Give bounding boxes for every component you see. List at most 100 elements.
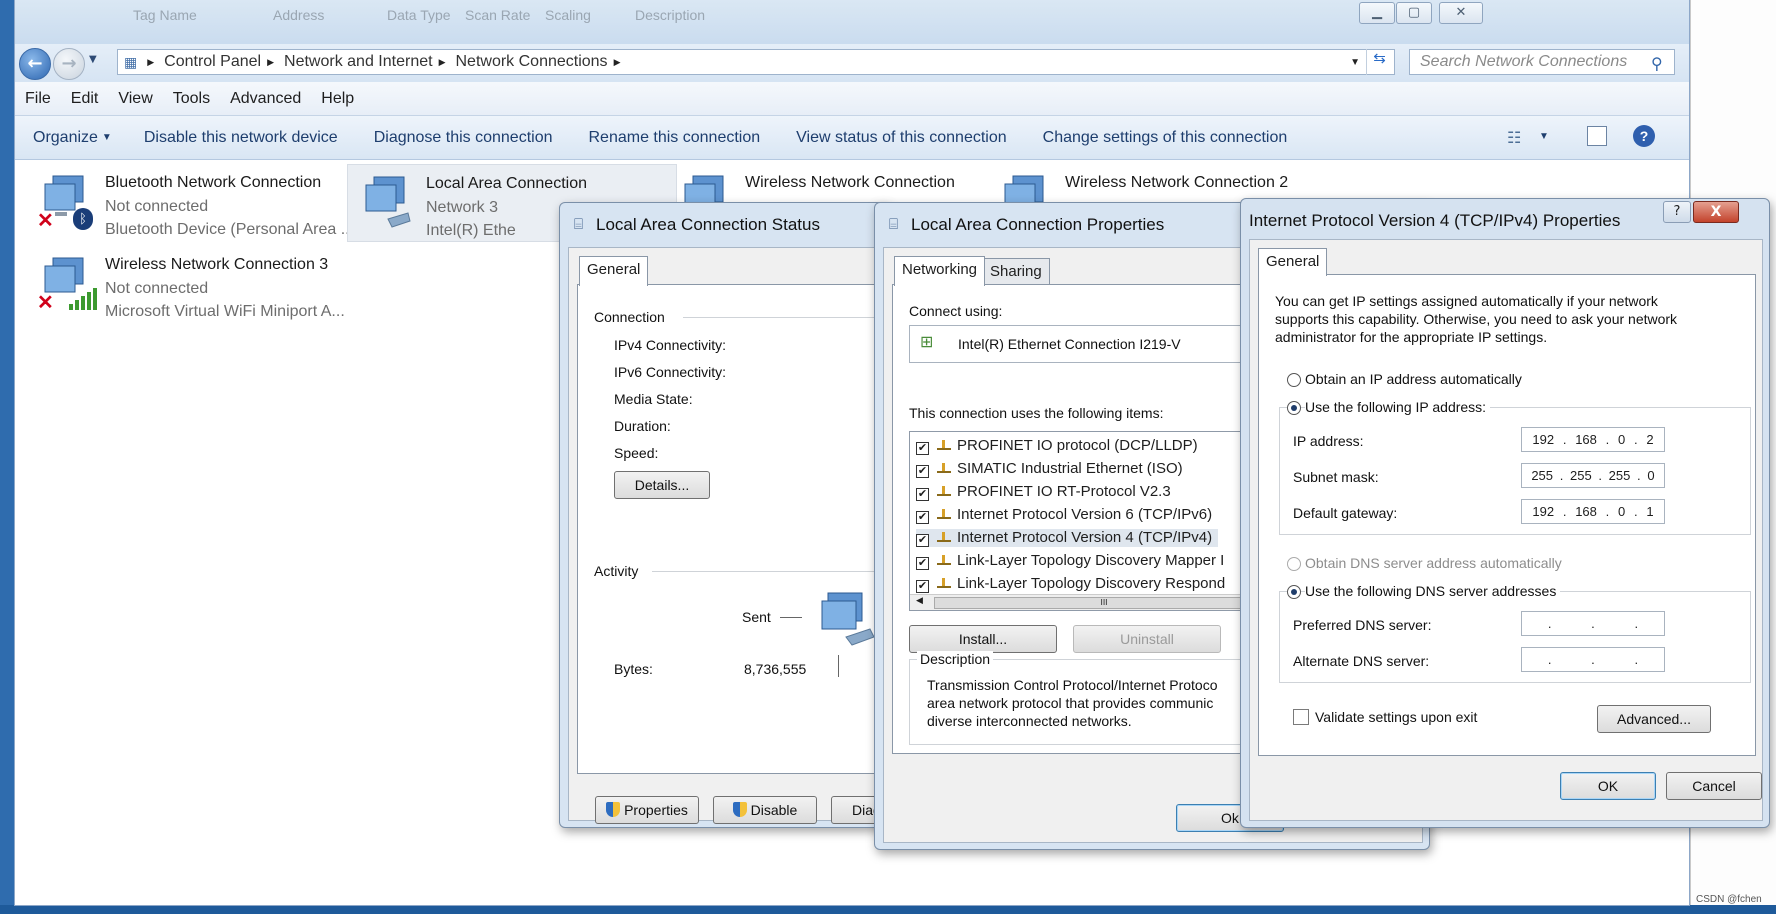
properties-button[interactable]: Properties — [595, 796, 699, 824]
ip-address-field[interactable]: 192. 168. 0. 2 — [1521, 427, 1665, 452]
list-item[interactable]: ✔ PROFINET IO RT-Protocol V2.3 — [916, 483, 1171, 501]
intro-text: administrator for the appropriate IP set… — [1275, 329, 1548, 345]
checkbox-checked[interactable]: ✔ — [916, 557, 929, 570]
connect-using-label: Connect using: — [909, 303, 1003, 319]
uninstall-button[interactable]: Uninstall — [1073, 625, 1221, 653]
octet-dot: . — [1605, 432, 1610, 447]
search-input[interactable]: Search Network Connections — [1409, 49, 1675, 75]
list-item[interactable]: ✔ Internet Protocol Version 6 (TCP/IPv6) — [916, 506, 1212, 524]
checkbox-checked[interactable]: ✔ — [916, 534, 929, 547]
octet-dot: . — [1562, 504, 1567, 519]
checkbox-checked[interactable]: ✔ — [916, 442, 929, 455]
preferred-dns-field[interactable]: ... — [1521, 611, 1665, 636]
menu-file[interactable]: File — [15, 90, 61, 108]
maximize-button[interactable]: ▢ — [1396, 2, 1432, 24]
menu-tools[interactable]: Tools — [163, 90, 220, 108]
minimize-button[interactable]: ▁ — [1359, 2, 1395, 24]
menu-help[interactable]: Help — [311, 90, 364, 108]
list-item[interactable]: ✔ PROFINET IO protocol (DCP/LLDP) — [916, 437, 1198, 455]
breadcrumb-arrow-icon[interactable]: ▶ — [439, 57, 446, 68]
use-following-ip-radio[interactable] — [1287, 401, 1301, 415]
checkbox-checked[interactable]: ✔ — [916, 465, 929, 478]
use-following-dns-radio[interactable] — [1287, 585, 1301, 599]
obtain-dns-auto-radio[interactable] — [1287, 557, 1301, 571]
search-icon[interactable]: ⚲ — [1651, 54, 1663, 73]
menu-advanced[interactable]: Advanced — [220, 90, 311, 108]
breadcrumb-network-connections[interactable]: Network Connections — [455, 53, 607, 71]
advanced-button[interactable]: Advanced... — [1597, 705, 1711, 733]
organize-button[interactable]: Organize — [15, 129, 102, 147]
view-status-button[interactable]: View status of this connection — [778, 129, 1025, 147]
scroll-left-icon[interactable]: ◀ — [916, 596, 923, 606]
bytes-divider — [838, 655, 839, 677]
tab-general[interactable]: General — [1258, 248, 1328, 276]
address-dropdown-icon[interactable]: ▼ — [1350, 57, 1360, 68]
view-dropdown-icon[interactable]: ▼ — [1539, 131, 1549, 142]
tab-pane: You can get IP settings assigned automat… — [1258, 274, 1756, 756]
close-button[interactable]: ✕ — [1439, 2, 1483, 24]
details-button[interactable]: Details... — [614, 471, 710, 499]
speed-label: Speed: — [614, 445, 659, 461]
address-bar[interactable]: ▦ ▶ Control Panel ▶ Network and Internet… — [117, 49, 1395, 75]
octet-dot: . — [1591, 616, 1595, 631]
help-button[interactable]: ? — [1663, 201, 1691, 223]
install-button[interactable]: Install... — [909, 625, 1057, 653]
forward-button[interactable]: → — [53, 48, 85, 80]
change-settings-button[interactable]: Change settings of this connection — [1025, 129, 1306, 147]
tab-networking[interactable]: Networking — [894, 256, 986, 286]
connection-name: Wireless Network Connection 3 — [105, 256, 329, 273]
ip-octet: 0 — [1618, 432, 1626, 447]
list-item-selected[interactable]: ✔ Internet Protocol Version 4 (TCP/IPv4) — [916, 529, 1219, 547]
view-options-icon[interactable]: ☷ — [1507, 128, 1521, 148]
intro-text: supports this capability. Otherwise, you… — [1275, 311, 1678, 327]
rename-connection-button[interactable]: Rename this connection — [570, 129, 778, 147]
ok-button[interactable]: OK — [1560, 772, 1656, 800]
organize-dropdown-icon[interactable]: ▼ — [102, 132, 126, 143]
signal-bars-icon — [69, 288, 97, 310]
help-icon[interactable]: ? — [1633, 125, 1655, 147]
list-item[interactable]: ✔ Link-Layer Topology Discovery Respond — [916, 575, 1225, 593]
preview-pane-icon[interactable] — [1587, 126, 1607, 146]
cancel-button[interactable]: Cancel — [1666, 772, 1762, 800]
recent-pages-icon[interactable]: ▼ — [89, 54, 97, 65]
diagnose-connection-button[interactable]: Diagnose this connection — [356, 129, 571, 147]
tab-sharing[interactable]: Sharing — [982, 258, 1050, 284]
ipv4-properties-dialog: Internet Protocol Version 4 (TCP/IPv4) P… — [1240, 198, 1770, 828]
disable-device-button[interactable]: Disable this network device — [126, 129, 356, 147]
ip-address-label: IP address: — [1293, 433, 1364, 449]
obtain-ip-auto-radio[interactable] — [1287, 373, 1301, 387]
scroll-thumb[interactable]: III — [934, 597, 1274, 609]
breadcrumb-control-panel[interactable]: Control Panel — [164, 53, 261, 71]
description-line: area network protocol that provides comm… — [927, 695, 1214, 711]
item-label: SIMATIC Industrial Ethernet (ISO) — [957, 460, 1183, 477]
breadcrumb-arrow-icon[interactable]: ▶ — [147, 57, 154, 68]
item-label: Internet Protocol Version 6 (TCP/IPv6) — [957, 506, 1213, 523]
disable-button[interactable]: Disable — [713, 796, 817, 824]
list-item[interactable]: ✔ SIMATIC Industrial Ethernet (ISO) — [916, 460, 1183, 478]
breadcrumb-network-internet[interactable]: Network and Internet — [284, 53, 433, 71]
breadcrumb-arrow-icon[interactable]: ▶ — [614, 57, 621, 68]
connection-bluetooth[interactable]: ✕ ᛒ Bluetooth Network Connection Not con… — [27, 164, 357, 238]
tab-general[interactable]: General — [579, 256, 649, 286]
default-gateway-field[interactable]: 192. 168. 0. 1 — [1521, 499, 1665, 524]
checkbox-checked[interactable]: ✔ — [916, 511, 929, 524]
menu-view[interactable]: View — [108, 90, 162, 108]
refresh-icon[interactable]: ⇆ — [1366, 49, 1392, 75]
checkbox-checked[interactable]: ✔ — [916, 580, 929, 593]
validate-checkbox[interactable] — [1293, 709, 1309, 725]
back-button[interactable]: ← — [19, 48, 51, 80]
properties-button-label: Properties — [624, 802, 688, 818]
ip-octet: 255 — [1570, 468, 1592, 483]
alternate-dns-field[interactable]: ... — [1521, 647, 1665, 672]
list-item[interactable]: ✔ Link-Layer Topology Discovery Mapper I — [916, 552, 1224, 570]
dialog-body: General You can get IP settings assigned… — [1249, 239, 1763, 821]
breadcrumb-arrow-icon[interactable]: ▶ — [267, 57, 274, 68]
ipv4-connectivity-label: IPv4 Connectivity: — [614, 337, 727, 353]
close-button[interactable]: X — [1693, 201, 1739, 223]
checkbox-checked[interactable]: ✔ — [916, 488, 929, 501]
menu-edit[interactable]: Edit — [61, 90, 109, 108]
media-state-label: Media State: — [614, 391, 693, 407]
connection-wireless-3[interactable]: ✕ Wireless Network Connection 3 Not conn… — [27, 246, 357, 320]
subnet-mask-field[interactable]: 255. 255. 255. 0 — [1521, 463, 1665, 488]
adapter-icon: ⊞ — [920, 332, 934, 351]
